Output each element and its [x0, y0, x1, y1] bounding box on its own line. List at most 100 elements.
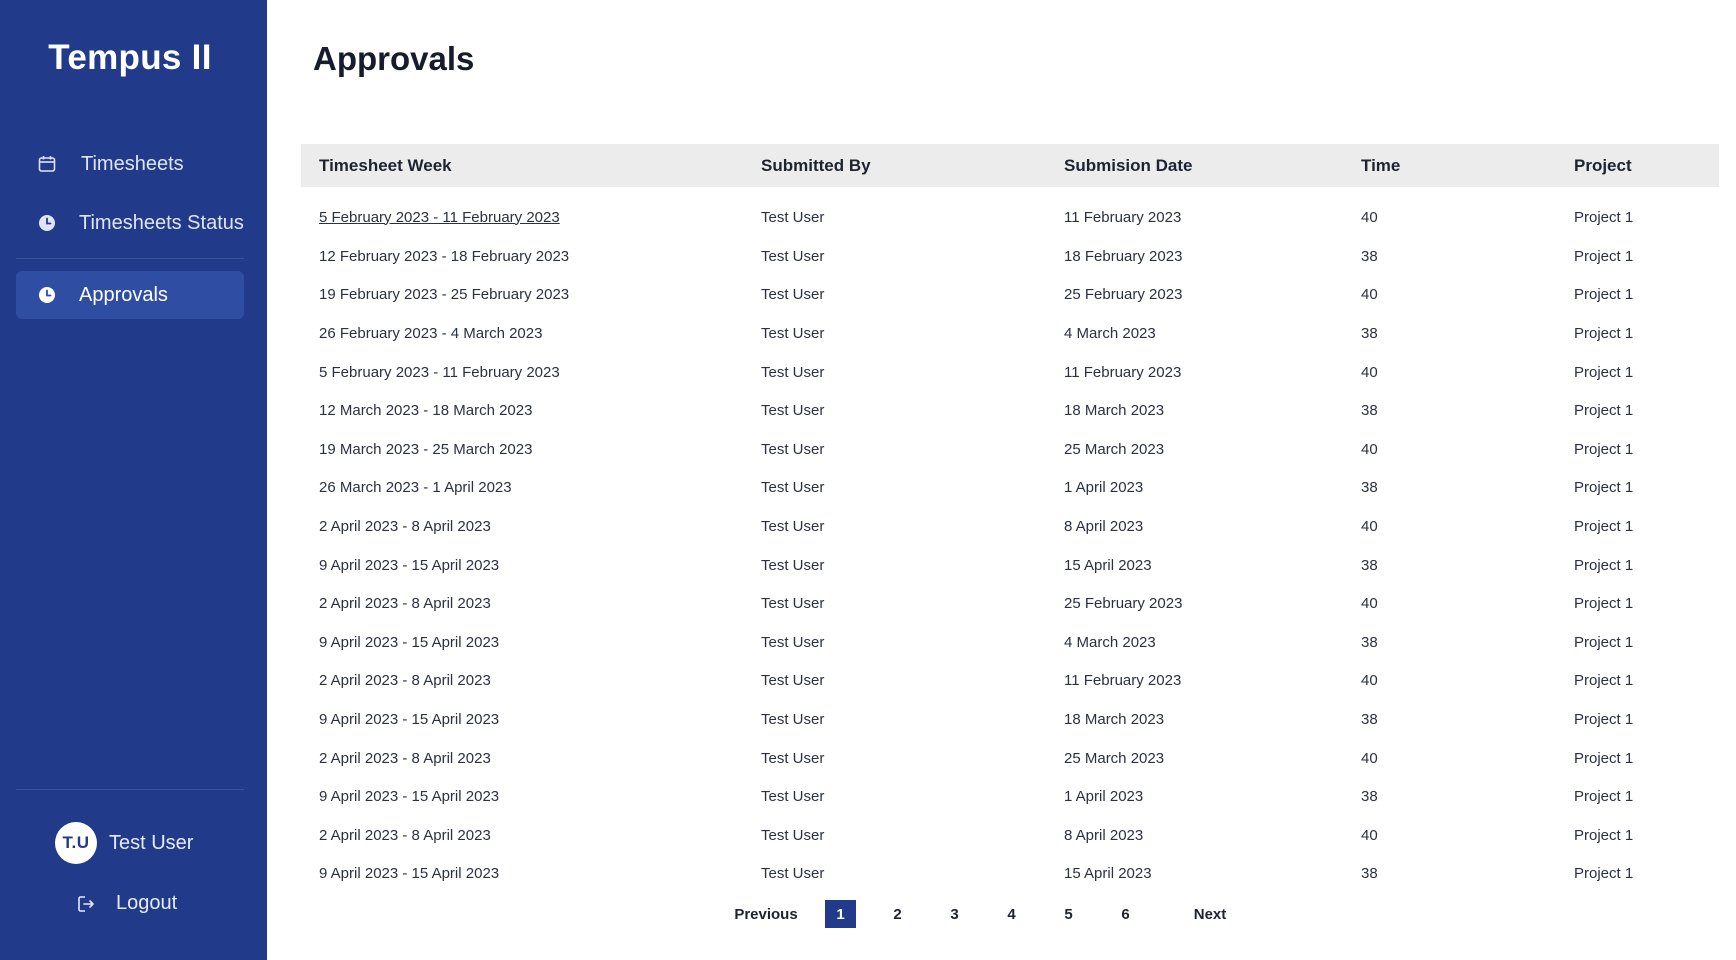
cell-submitted-by: Test User [761, 363, 825, 381]
cell-timesheet-week: 19 March 2023 - 25 March 2023 [319, 440, 533, 458]
cell-submitted-by: Test User [761, 479, 825, 497]
page-button-6[interactable]: 6 [1110, 900, 1141, 928]
cell-time: 40 [1361, 363, 1378, 381]
cell-time: 40 [1361, 286, 1378, 304]
cell-submission-date: 11 February 2023 [1064, 672, 1182, 690]
user-profile[interactable]: T.U Test User [55, 822, 193, 864]
page-button-2[interactable]: 2 [882, 900, 913, 928]
cell-project: Project 1 [1574, 556, 1634, 574]
column-header-submitted-by[interactable]: Submitted By [743, 144, 1046, 187]
cell-timesheet-week: 26 March 2023 - 1 April 2023 [319, 479, 512, 497]
cell-time: 40 [1361, 440, 1378, 458]
cell-timesheet-week: 9 April 2023 - 15 April 2023 [319, 865, 500, 883]
cell-submission-date: 11 February 2023 [1064, 208, 1182, 226]
column-header-submission-date[interactable]: Submision Date [1046, 144, 1343, 187]
table-row[interactable]: 2 April 2023 - 8 April 2023 Test User 11 F… [301, 662, 1719, 701]
table-row[interactable]: 19 February 2023 - 25 February 2023 Test … [301, 276, 1719, 315]
cell-submitted-by: Test User [761, 865, 825, 883]
column-header-timesheet-week[interactable]: Timesheet Week [301, 144, 743, 187]
cell-timesheet-week: 12 February 2023 - 18 February 2023 [319, 247, 570, 265]
cell-time: 38 [1361, 633, 1378, 651]
cell-project: Project 1 [1574, 710, 1634, 728]
cell-timesheet-week: 5 February 2023 - 11 February 2023 [301, 187, 743, 237]
cell-submission-date: 15 April 2023 [1064, 556, 1152, 574]
sidebar-item-timesheets-status[interactable]: Timesheets Status [16, 199, 244, 247]
cell-project: Project 1 [1574, 826, 1634, 844]
calendar-icon [35, 152, 59, 176]
cell-time: 38 [1361, 324, 1378, 342]
cell-submitted-by: Test User [761, 749, 825, 767]
cell-project: Project 1 [1574, 788, 1634, 806]
table-row[interactable]: 19 March 2023 - 25 March 2023 Test User 25… [301, 430, 1719, 469]
sidebar-item-timesheets[interactable]: Timesheets [16, 140, 244, 188]
cell-timesheet-week: 2 April 2023 - 8 April 2023 [319, 595, 491, 613]
table-row[interactable]: 9 April 2023 - 15 April 2023 Test User 4 M… [301, 623, 1719, 662]
cell-project: Project 1 [1574, 633, 1634, 651]
clock-icon [35, 211, 59, 235]
sidebar-item-label: Timesheets [81, 152, 184, 175]
page-button-1[interactable]: 1 [825, 900, 856, 928]
cell-submission-date: 8 April 2023 [1064, 826, 1144, 844]
cell-submitted-by: Test User [761, 710, 825, 728]
table-row[interactable]: 2 April 2023 - 8 April 2023 Test User 8 Ap… [301, 816, 1719, 855]
page-button-4[interactable]: 4 [996, 900, 1027, 928]
table-row[interactable]: 2 April 2023 - 8 April 2023 Test User 25 F… [301, 584, 1719, 623]
cell-submitted-by: Test User [761, 324, 825, 342]
table-row[interactable]: 12 March 2023 - 18 March 2023 Test User 18… [301, 391, 1719, 430]
cell-time: 38 [1361, 865, 1378, 883]
approvals-table: Timesheet Week Submitted By Submision Da… [301, 144, 1719, 893]
table-header-row: Timesheet Week Submitted By Submision Da… [301, 144, 1719, 187]
cell-timesheet-week: 19 February 2023 - 25 February 2023 [319, 286, 570, 304]
cell-time: 40 [1361, 595, 1378, 613]
cell-project: Project 1 [1574, 363, 1634, 381]
page-title: Approvals [313, 40, 475, 77]
cell-timesheet-week: 2 April 2023 - 8 April 2023 [319, 517, 491, 535]
table-row[interactable]: 9 April 2023 - 15 April 2023 Test User 15 … [301, 546, 1719, 585]
column-header-project[interactable]: Project [1556, 144, 1719, 187]
cell-project: Project 1 [1574, 517, 1634, 535]
clock-icon [35, 283, 59, 307]
cell-submission-date: 1 April 2023 [1064, 479, 1144, 497]
cell-project: Project 1 [1574, 672, 1634, 690]
next-page-button[interactable]: Next [1164, 900, 1256, 928]
cell-time: 40 [1361, 208, 1378, 226]
table-row[interactable]: 26 February 2023 - 4 March 2023 Test User… [301, 314, 1719, 353]
table-row[interactable]: 5 February 2023 - 11 February 2023 Test U… [301, 187, 1719, 237]
cell-timesheet-week: 12 March 2023 - 18 March 2023 [319, 402, 533, 420]
cell-project: Project 1 [1574, 440, 1634, 458]
sidebar-item-label: Approvals [79, 283, 168, 306]
table-row[interactable]: 2 April 2023 - 8 April 2023 Test User 8 Ap… [301, 507, 1719, 546]
cell-project: Project 1 [1574, 479, 1634, 497]
table-row[interactable]: 9 April 2023 - 15 April 2023 Test User 15 … [301, 855, 1719, 894]
table-row[interactable]: 12 February 2023 - 18 February 2023 Test … [301, 237, 1719, 276]
sidebar-item-label: Timesheets Status [79, 211, 244, 234]
table-row[interactable]: 2 April 2023 - 8 April 2023 Test User 25 M… [301, 739, 1719, 778]
table-row[interactable]: 9 April 2023 - 15 April 2023 Test User 18 … [301, 700, 1719, 739]
nav-divider [16, 258, 244, 259]
cell-time: 40 [1361, 517, 1378, 535]
nav-divider [16, 789, 244, 790]
timesheet-week-link[interactable]: 5 February 2023 - 11 February 2023 [319, 209, 560, 226]
cell-time: 38 [1361, 402, 1378, 420]
cell-time: 40 [1361, 672, 1378, 690]
table-row[interactable]: 26 March 2023 - 1 April 2023 Test User 1 A… [301, 469, 1719, 508]
cell-project: Project 1 [1574, 208, 1634, 226]
cell-project: Project 1 [1574, 324, 1634, 342]
previous-page-button[interactable]: Previous [720, 900, 812, 928]
table-row[interactable]: 5 February 2023 - 11 February 2023 Test U… [301, 353, 1719, 392]
cell-submission-date: 4 March 2023 [1064, 633, 1156, 651]
cell-time: 38 [1361, 788, 1378, 806]
page-button-3[interactable]: 3 [939, 900, 970, 928]
cell-submission-date: 8 April 2023 [1064, 517, 1144, 535]
sidebar-item-approvals[interactable]: Approvals [16, 271, 244, 319]
page-button-5[interactable]: 5 [1053, 900, 1084, 928]
cell-submitted-by: Test User [761, 247, 825, 265]
column-header-time[interactable]: Time [1343, 144, 1556, 187]
cell-time: 38 [1361, 556, 1378, 574]
cell-project: Project 1 [1574, 595, 1634, 613]
cell-time: 40 [1361, 749, 1378, 767]
logout-button[interactable]: Logout [76, 892, 177, 915]
cell-submission-date: 4 March 2023 [1064, 324, 1156, 342]
cell-submission-date: 25 March 2023 [1064, 749, 1165, 767]
table-row[interactable]: 9 April 2023 - 15 April 2023 Test User 1 A… [301, 777, 1719, 816]
